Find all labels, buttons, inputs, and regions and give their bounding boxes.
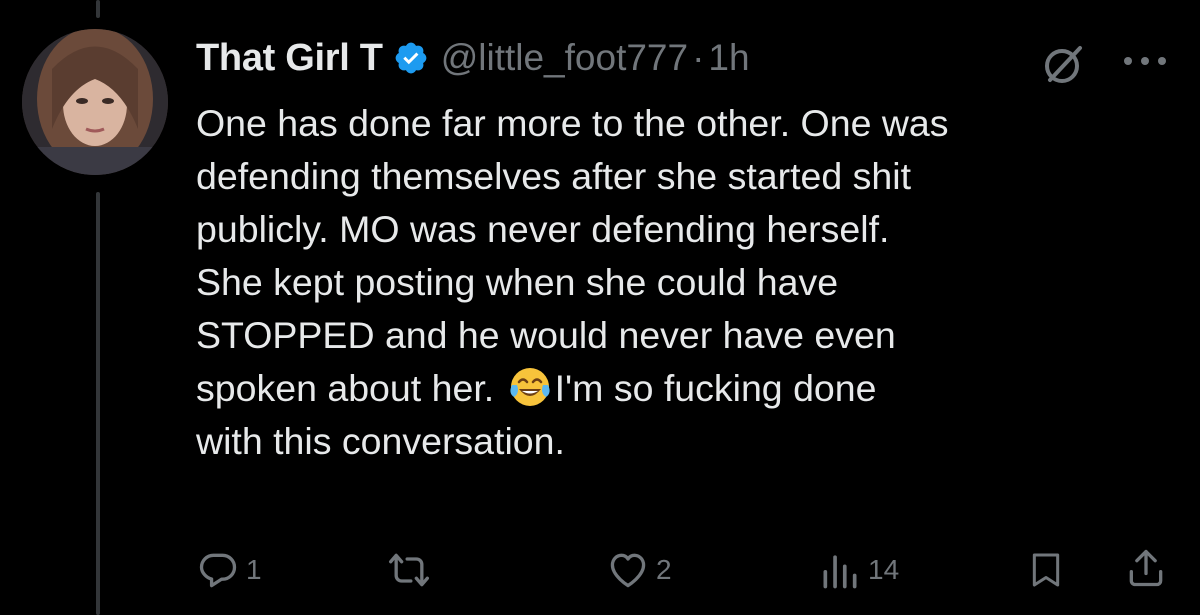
avatar-image (22, 29, 168, 175)
views-icon (823, 555, 857, 589)
bookmark-button[interactable] (1026, 548, 1066, 592)
tweet-line-3: publicly. MO was never defending herself… (196, 208, 890, 250)
handle[interactable]: @little_foot777 (441, 37, 688, 79)
like-button[interactable]: 2 (606, 548, 672, 592)
share-icon (1129, 549, 1163, 587)
tweet-line-6-end: I'm so fucking done (554, 367, 877, 409)
avatar[interactable] (22, 29, 168, 175)
tweet-line-6-start: spoken about her. (196, 367, 505, 409)
tweet-line-7: with this conversation. (196, 420, 565, 462)
tweet-line-4: She kept posting when she could have (196, 261, 839, 303)
bookmark-icon (1032, 553, 1060, 587)
thread-line-top (96, 0, 100, 18)
tweet-line-6: spoken about her. I'm so fucking done (196, 362, 1186, 415)
like-icon (610, 553, 646, 588)
reply-icon (199, 553, 237, 588)
separator-dot: · (692, 37, 705, 78)
tweet-text: One has done far more to the other. One … (196, 97, 1186, 468)
like-count: 2 (656, 554, 672, 585)
reply-count: 1 (246, 554, 262, 585)
timestamp[interactable]: 1h (708, 37, 749, 79)
views-button[interactable]: 14 (818, 548, 899, 592)
reply-button[interactable]: 1 (196, 548, 262, 592)
tweet-header: That Girl T @little_foot777 · 1h (196, 28, 750, 88)
views-count: 14 (868, 554, 900, 585)
repost-button[interactable] (386, 548, 438, 592)
display-name[interactable]: That Girl T (196, 37, 383, 80)
share-button[interactable] (1124, 546, 1168, 590)
verified-badge-icon (395, 42, 427, 74)
tweet-line-2: defending themselves after she started s… (196, 155, 911, 197)
more-icon[interactable] (1120, 46, 1170, 76)
repost-icon (389, 553, 429, 587)
tweet-line-5: STOPPED and he would never have even (196, 314, 896, 356)
grok-icon[interactable] (1040, 40, 1088, 88)
face-with-tears-of-joy-emoji (509, 368, 550, 406)
action-bar: 1 2 14 (0, 540, 1200, 600)
tweet-line-1: One has done far more to the other. One … (196, 102, 949, 144)
